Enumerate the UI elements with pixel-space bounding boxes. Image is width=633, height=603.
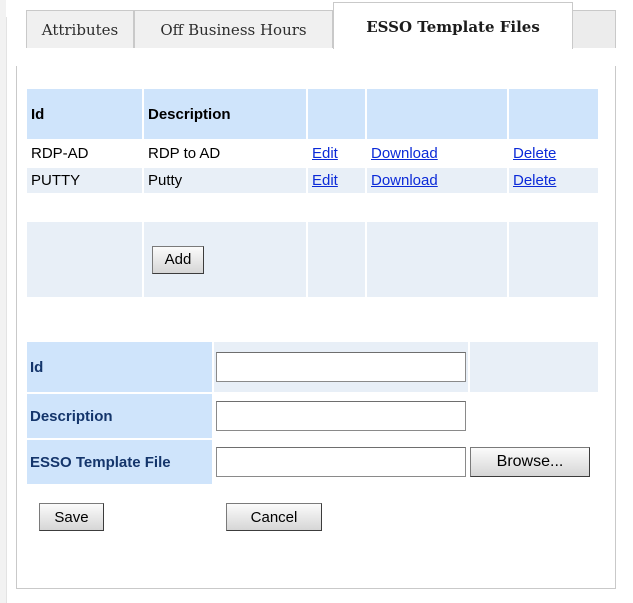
description-field-cell <box>214 394 468 438</box>
save-cell: Save <box>27 486 212 548</box>
cell-description: Putty <box>144 168 306 193</box>
id-field-cell <box>214 342 468 392</box>
column-header-id: Id <box>27 89 142 139</box>
empty-cell <box>144 195 306 220</box>
tab-attributes[interactable]: Attributes <box>26 10 134 48</box>
tab-esso-template-files[interactable]: ESSO Template Files <box>333 2 573 49</box>
form-filler-cell <box>470 394 598 438</box>
description-input[interactable] <box>216 401 466 431</box>
empty-cell <box>367 222 507 297</box>
form-row-description: Description <box>27 394 598 438</box>
cell-description: RDP to AD <box>144 141 306 166</box>
browse-button[interactable]: Browse... <box>470 447 590 477</box>
column-header-download <box>367 89 507 139</box>
add-cell: Add <box>144 222 306 297</box>
column-header-edit <box>308 89 365 139</box>
id-label: Id <box>27 342 212 392</box>
empty-cell <box>27 222 142 297</box>
cell-download: Download <box>367 168 507 193</box>
cell-download: Download <box>367 141 507 166</box>
cell-edit: Edit <box>308 168 365 193</box>
delete-link[interactable]: Delete <box>513 172 556 189</box>
column-header-delete <box>509 89 598 139</box>
empty-cell <box>509 222 598 297</box>
empty-cell <box>470 486 598 548</box>
id-input[interactable] <box>216 352 466 382</box>
empty-cell <box>27 195 142 220</box>
form-actions-row: Save Cancel <box>27 486 598 548</box>
cell-edit: Edit <box>308 141 365 166</box>
cell-delete: Delete <box>509 168 598 193</box>
description-label: Description <box>27 394 212 438</box>
add-button[interactable]: Add <box>152 245 204 274</box>
browse-cell: Browse... <box>470 440 598 484</box>
left-scroll-edge <box>0 0 7 603</box>
template-files-grid: Id Description RDP-AD RDP to AD Edit Dow… <box>25 87 600 299</box>
table-row: PUTTY Putty Edit Download Delete <box>27 168 598 193</box>
form-filler-cell <box>470 342 598 392</box>
cancel-button[interactable]: Cancel <box>226 503 322 531</box>
cell-delete: Delete <box>509 141 598 166</box>
esso-template-file-label: ESSO Template File <box>27 440 212 484</box>
edit-link[interactable]: Edit <box>312 172 338 189</box>
template-file-form: Id Description ESSO Template File Browse… <box>25 340 600 550</box>
add-row: Add <box>27 222 598 297</box>
tab-strip-filler <box>572 10 616 48</box>
file-field-cell <box>214 440 468 484</box>
download-link[interactable]: Download <box>371 172 438 189</box>
cancel-cell: Cancel <box>214 486 468 548</box>
tab-off-business-hours[interactable]: Off Business Hours <box>134 10 333 48</box>
table-row: RDP-AD RDP to AD Edit Download Delete <box>27 141 598 166</box>
edit-link[interactable]: Edit <box>312 145 338 162</box>
column-header-description: Description <box>144 89 306 139</box>
bottom-area <box>16 589 633 603</box>
form-row-id: Id <box>27 342 598 392</box>
save-button[interactable]: Save <box>39 503 104 531</box>
empty-cell <box>308 195 365 220</box>
cell-id: RDP-AD <box>27 141 142 166</box>
grid-header-row: Id Description <box>27 89 598 139</box>
download-link[interactable]: Download <box>371 145 438 162</box>
cell-id: PUTTY <box>27 168 142 193</box>
form-row-file: ESSO Template File Browse... <box>27 440 598 484</box>
empty-row <box>27 195 598 220</box>
empty-cell <box>308 222 365 297</box>
empty-cell <box>509 195 598 220</box>
delete-link[interactable]: Delete <box>513 145 556 162</box>
file-path-input[interactable] <box>216 447 466 477</box>
empty-cell <box>367 195 507 220</box>
